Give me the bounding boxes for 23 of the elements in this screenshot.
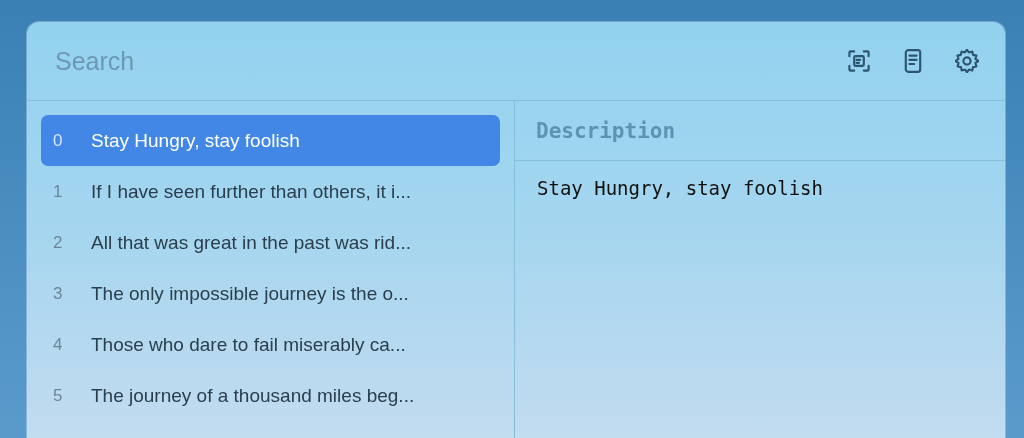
item-number: 3: [53, 283, 64, 304]
list-item[interactable]: 1 If I have seen further than others, it i...: [41, 166, 500, 217]
item-number: 5: [53, 385, 64, 406]
description-heading: Description: [536, 118, 676, 143]
list-item[interactable]: 2 All that was great in the past was rid...: [41, 217, 500, 268]
scan-icon[interactable]: [847, 49, 871, 73]
description-text: Stay Hungry, stay foolish: [536, 176, 824, 201]
item-number: 4: [53, 334, 64, 355]
search-field[interactable]: Search: [55, 46, 847, 76]
list-item[interactable]: 5 The journey of a thousand miles beg...: [41, 370, 500, 421]
item-text: Stay Hungry, stay foolish: [91, 129, 300, 152]
item-number: 1: [53, 181, 64, 202]
item-text: The journey of a thousand miles beg...: [91, 384, 415, 407]
item-text: If I have seen further than others, it i...: [91, 180, 411, 203]
item-number: 2: [53, 232, 64, 253]
item-text: All that was great in the past was rid...: [91, 231, 411, 254]
list-item[interactable]: 3 The only impossible journey is the o...: [41, 268, 500, 319]
settings-icon[interactable]: [955, 49, 979, 73]
list-item[interactable]: 4 Those who dare to fail miserably ca...: [41, 319, 500, 370]
item-number: 0: [53, 130, 64, 151]
item-text: Those who dare to fail miserably ca...: [91, 333, 406, 356]
item-text: The only impossible journey is the o...: [91, 282, 409, 305]
list-item[interactable]: 0 Stay Hungry, stay foolish: [41, 115, 500, 166]
